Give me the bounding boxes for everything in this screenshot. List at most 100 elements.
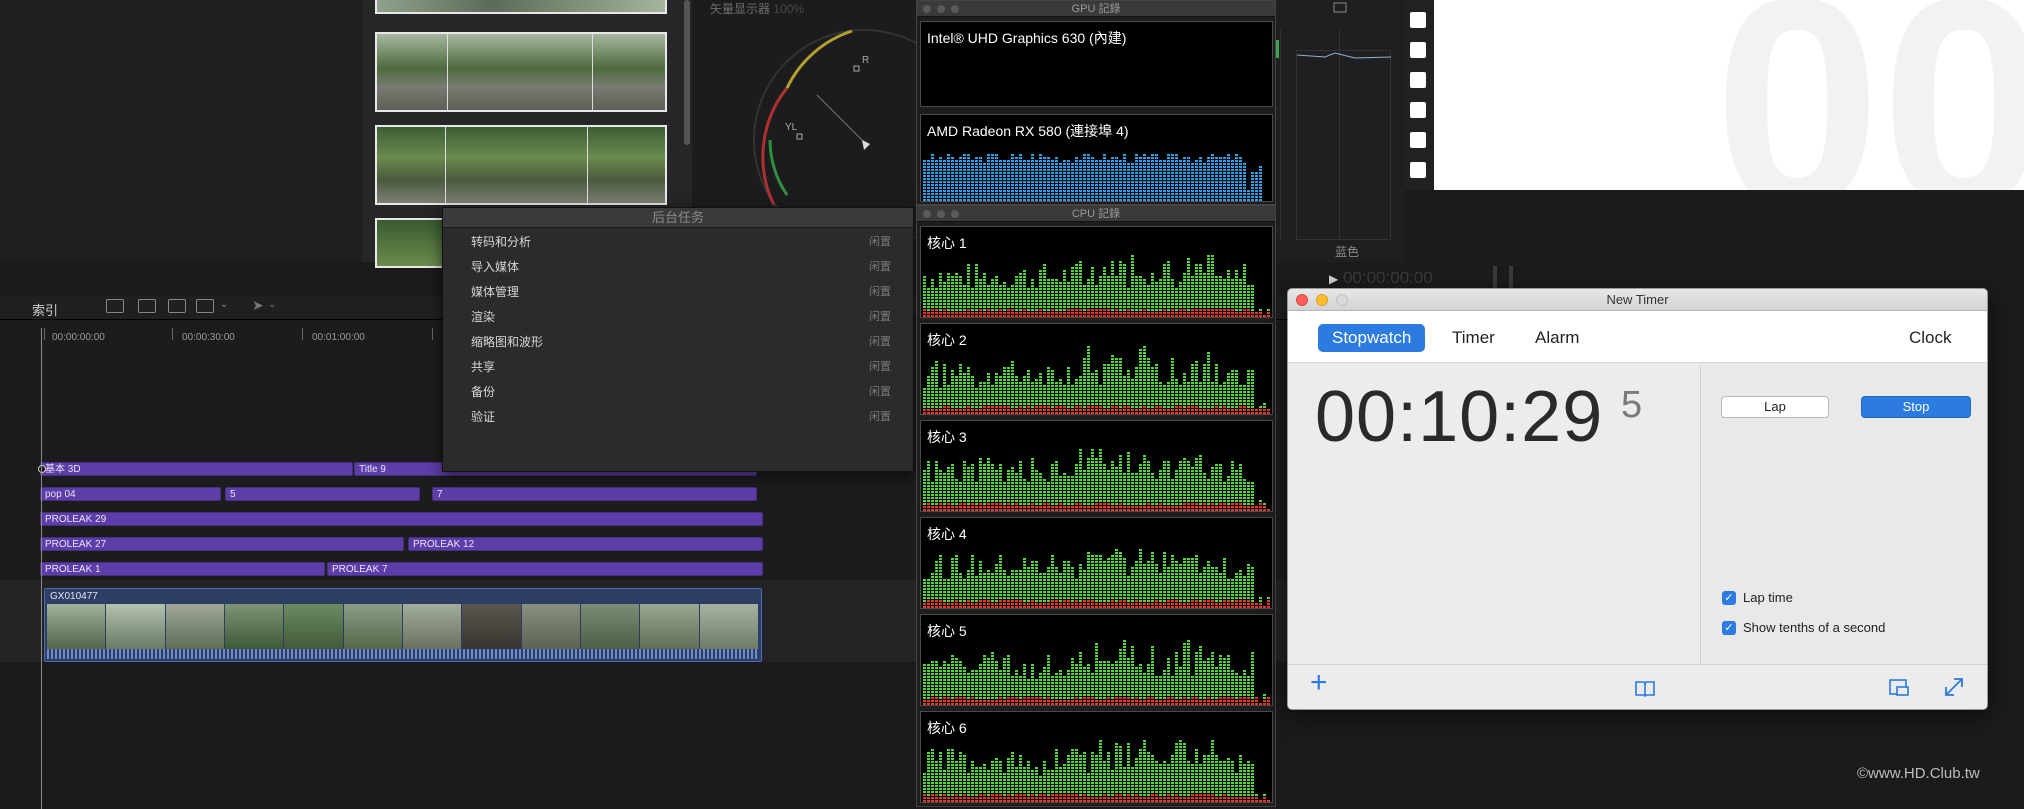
close-icon[interactable]	[923, 210, 931, 218]
scope-label-r: R	[862, 55, 869, 66]
task-row[interactable]: 媒体管理 闲置	[443, 278, 913, 303]
connect-clip-icon[interactable]	[106, 299, 124, 313]
zoom-icon[interactable]	[1336, 294, 1348, 306]
task-status: 闲置	[869, 311, 891, 323]
viewer-preview: 00	[1434, 0, 2024, 190]
task-row[interactable]: 验证 闲置	[443, 403, 913, 428]
browser-scrollbar[interactable]	[684, 0, 690, 145]
ruler-timecode: 00:00:30:00	[182, 332, 235, 343]
ruler-timecode: 00:01:00:00	[312, 332, 365, 343]
stopwatch-controls: Lap Stop ✓ Lap time ✓ Show tenths of a s…	[1702, 364, 1987, 664]
cpu-core-label: 核心 4	[927, 526, 967, 542]
insert-clip-icon[interactable]	[138, 299, 156, 313]
chevron-down-icon[interactable]: ⌄	[220, 299, 228, 310]
playhead[interactable]	[41, 328, 42, 809]
cpu-core-panel: 核心 2	[920, 323, 1273, 415]
primary-clip[interactable]: GX010477	[44, 588, 762, 662]
task-name: 导入媒体	[471, 260, 520, 274]
select-tool-icon[interactable]: ➤	[252, 297, 264, 314]
zoom-icon[interactable]	[951, 5, 959, 13]
title-clip[interactable]: PROLEAK 29	[40, 512, 763, 526]
cpu-usage-graph	[923, 255, 1270, 317]
cpu-usage-graph	[923, 449, 1270, 511]
stopwatch-time: 00:10:29	[1315, 377, 1604, 457]
book-icon[interactable]	[1634, 679, 1656, 697]
show-tenths-label: Show tenths of a second	[1743, 620, 1886, 635]
chevron-down-icon[interactable]: ⌄	[268, 299, 276, 310]
lap-button[interactable]: Lap	[1721, 396, 1829, 418]
background-tasks-window: 后台任务 转码和分析 闲置 导入媒体 闲置 媒体管理 闲置 渲染 闲置 缩略图和波形 闲置 共享 闲置…	[442, 207, 914, 472]
cpu-core-panel: 核心 1	[920, 226, 1273, 318]
window-title: GPU 記錄	[917, 1, 1275, 17]
window-title: New Timer	[1606, 292, 1669, 307]
add-icon[interactable]: +	[1310, 668, 1328, 698]
task-name: 转码和分析	[471, 235, 532, 249]
title-clip[interactable]: 基本 3D	[40, 462, 353, 476]
cpu-usage-graph	[923, 640, 1270, 705]
gpu-history-window: GPU 記錄 Intel® UHD Graphics 630 (內建) AMD …	[916, 0, 1276, 205]
watermark: ©www.HD.Club.tw	[1857, 765, 1980, 782]
mini-window-icon[interactable]	[1888, 677, 1910, 697]
lap-time-label: Lap time	[1743, 590, 1793, 605]
expand-icon[interactable]	[1943, 676, 1965, 698]
show-tenths-checkbox[interactable]: ✓	[1722, 621, 1736, 635]
tab-stopwatch[interactable]: Stopwatch	[1318, 324, 1426, 352]
clip-thumbnail[interactable]	[375, 32, 667, 112]
cpu-core-panel: 核心 5	[920, 614, 1273, 706]
lap-time-checkbox[interactable]: ✓	[1722, 591, 1736, 605]
timer-mode-tabs: Stopwatch Timer Alarm Clock	[1288, 311, 1987, 363]
title-clip[interactable]: PROLEAK 27	[40, 537, 404, 551]
cpu-core-panel: 核心 6	[920, 711, 1273, 803]
clip-thumbnail[interactable]	[375, 0, 667, 14]
task-row[interactable]: 渲染 闲置	[443, 303, 913, 328]
scope-settings-icon[interactable]	[1333, 2, 1347, 14]
stopwatch-display: 00:10:29 5	[1288, 364, 1701, 664]
task-row[interactable]: 缩略图和波形 闲置	[443, 328, 913, 353]
cpu-core-panel: 核心 3	[920, 420, 1273, 512]
task-row[interactable]: 转码和分析 闲置	[443, 228, 913, 253]
stopwatch-tenths: 5	[1621, 384, 1643, 426]
scope-channel-label: 蓝色	[1335, 245, 1360, 259]
close-icon[interactable]	[1296, 294, 1308, 306]
play-icon[interactable]: ▶	[1329, 272, 1338, 286]
title-clip[interactable]: PROLEAK 12	[408, 537, 763, 551]
desktop: 矢量显示器 100% R YL 蓝色 ▶ 00:00:00:00 00 索引 ⌄…	[0, 0, 2024, 809]
cpu-core-label: 核心 3	[927, 429, 967, 445]
title-clip[interactable]: PROLEAK 7	[327, 562, 763, 576]
overwrite-clip-icon[interactable]	[196, 299, 214, 313]
task-row[interactable]: 导入媒体 闲置	[443, 253, 913, 278]
task-name: 共享	[471, 360, 496, 374]
task-name: 验证	[471, 410, 496, 424]
tab-alarm[interactable]: Alarm	[1521, 324, 1593, 352]
new-timer-window: New Timer Stopwatch Timer Alarm Clock 00…	[1287, 288, 1988, 710]
stop-button[interactable]: Stop	[1861, 396, 1971, 418]
minimize-icon[interactable]	[937, 210, 945, 218]
cpu-history-window: CPU 記錄 核心 1 核心 2 核心 3 核心 4 核心 5 核心 6	[916, 205, 1276, 807]
title-clip[interactable]: pop 04	[40, 487, 221, 501]
cpu-core-label: 核心 2	[927, 332, 967, 348]
title-clip[interactable]: PROLEAK 1	[40, 562, 325, 576]
editor-library-pane	[0, 0, 362, 262]
title-clip[interactable]: 7	[432, 487, 757, 501]
task-status: 闲置	[869, 286, 891, 298]
task-row[interactable]: 共享 闲置	[443, 353, 913, 378]
append-clip-icon[interactable]	[168, 299, 186, 313]
index-button[interactable]: 索引	[32, 300, 58, 319]
minimize-icon[interactable]	[937, 5, 945, 13]
close-icon[interactable]	[923, 5, 931, 13]
scope-label-yl: YL	[785, 122, 798, 133]
task-status: 闲置	[869, 386, 891, 398]
primary-clip-name: GX010477	[50, 591, 98, 602]
cpu-usage-graph	[923, 346, 1270, 414]
cpu-usage-graph	[923, 740, 1270, 802]
minimize-icon[interactable]	[1316, 294, 1328, 306]
cpu-usage-graph	[923, 549, 1270, 608]
rgb-parade-pane: 蓝色	[1275, 0, 1405, 262]
timer-bottom-bar: +	[1288, 664, 1987, 709]
clip-thumbnail[interactable]	[375, 125, 667, 205]
title-clip[interactable]: 5	[225, 487, 420, 501]
zoom-icon[interactable]	[951, 210, 959, 218]
tab-timer[interactable]: Timer	[1438, 324, 1509, 352]
task-row[interactable]: 备份 闲置	[443, 378, 913, 403]
tab-clock[interactable]: Clock	[1895, 324, 1966, 352]
